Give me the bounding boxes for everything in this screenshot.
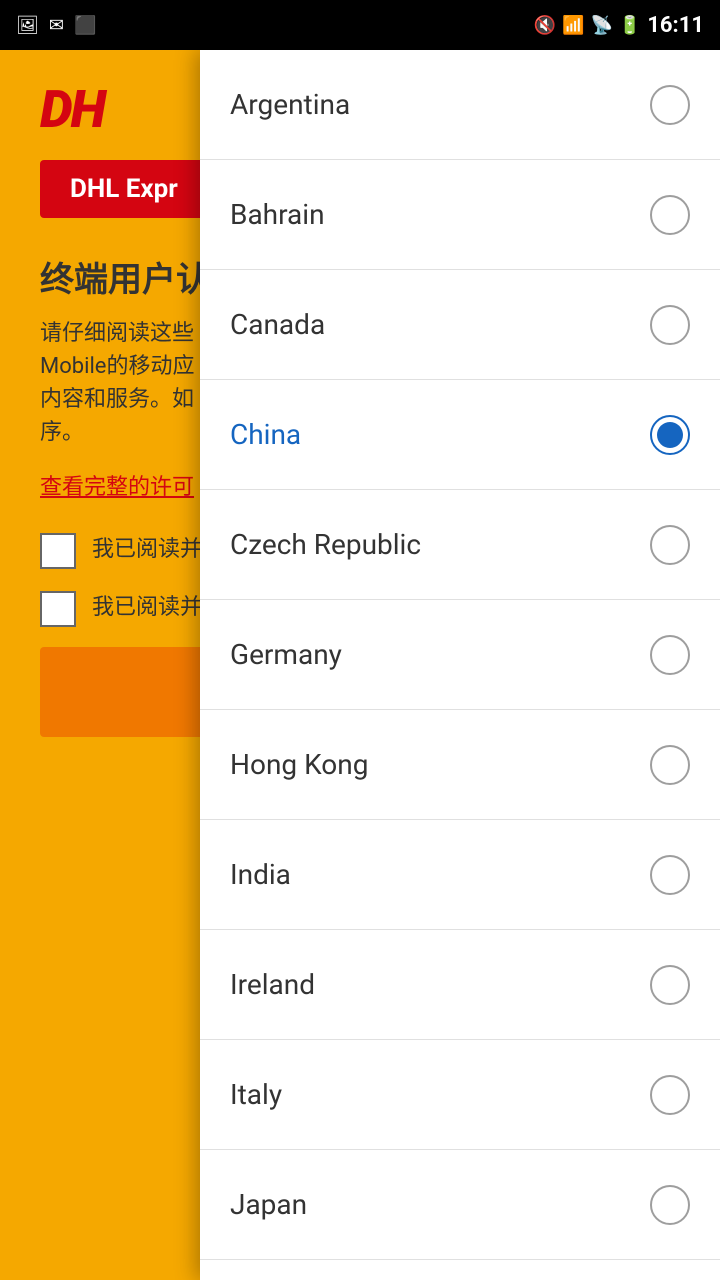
- dhl-logo-text: DH: [40, 80, 200, 140]
- country-item[interactable]: Bahrain: [200, 160, 720, 270]
- country-item[interactable]: India: [200, 820, 720, 930]
- country-dropdown: Argentina Bahrain Canada China Czech Republi…: [200, 50, 720, 1280]
- checkbox-2-label: 我已阅读并: [92, 589, 202, 621]
- radio-button[interactable]: [650, 965, 690, 1005]
- status-bar: 🖼 ✉ ⬛ 🔇 📶 📡 🔋 16:11: [0, 0, 720, 50]
- radio-button[interactable]: [650, 525, 690, 565]
- radio-button[interactable]: [650, 305, 690, 345]
- country-item[interactable]: Japan: [200, 1150, 720, 1260]
- country-item[interactable]: Kenya: [200, 1260, 720, 1280]
- status-left-icons: 🖼 ✉ ⬛: [16, 15, 96, 36]
- signal-icon: 📡: [590, 15, 612, 36]
- country-name: Bahrain: [230, 198, 325, 231]
- country-name: China: [230, 418, 301, 451]
- country-list[interactable]: Argentina Bahrain Canada China Czech Republi…: [200, 50, 720, 1280]
- country-item[interactable]: Canada: [200, 270, 720, 380]
- country-name: Canada: [230, 308, 325, 341]
- country-name: Japan: [230, 1188, 307, 1221]
- notification-icon: ⬛: [74, 15, 96, 36]
- country-item[interactable]: Argentina: [200, 50, 720, 160]
- radio-button[interactable]: [650, 855, 690, 895]
- country-name: Ireland: [230, 968, 315, 1001]
- image-icon: 🖼: [16, 15, 39, 36]
- dhl-logo: DH: [40, 80, 200, 140]
- country-item[interactable]: Germany: [200, 600, 720, 710]
- radio-button[interactable]: [650, 1075, 690, 1115]
- country-item[interactable]: Hong Kong: [200, 710, 720, 820]
- country-name: Germany: [230, 638, 342, 671]
- battery-icon: 🔋: [619, 15, 641, 36]
- country-name: Czech Republic: [230, 528, 421, 561]
- checkbox-2[interactable]: [40, 591, 76, 627]
- country-item[interactable]: China: [200, 380, 720, 490]
- status-right-icons: 🔇 📶 📡 🔋 16:11: [534, 13, 704, 38]
- wifi-icon: 📶: [562, 15, 584, 36]
- email-icon: ✉: [49, 15, 64, 36]
- country-name: Hong Kong: [230, 748, 368, 781]
- mute-icon: 🔇: [534, 15, 556, 36]
- country-item[interactable]: Ireland: [200, 930, 720, 1040]
- checkbox-1-label: 我已阅读并: [92, 531, 202, 563]
- radio-button[interactable]: [650, 635, 690, 675]
- country-name: Italy: [230, 1078, 282, 1111]
- country-item[interactable]: Czech Republic: [200, 490, 720, 600]
- radio-button[interactable]: [650, 85, 690, 125]
- radio-button[interactable]: [650, 195, 690, 235]
- radio-button[interactable]: [650, 1185, 690, 1225]
- checkbox-1[interactable]: [40, 533, 76, 569]
- country-name: Argentina: [230, 88, 350, 121]
- radio-button[interactable]: [650, 415, 690, 455]
- country-item[interactable]: Italy: [200, 1040, 720, 1150]
- clock: 16:11: [647, 13, 704, 38]
- radio-inner: [657, 422, 683, 448]
- country-name: India: [230, 858, 291, 891]
- radio-button[interactable]: [650, 745, 690, 785]
